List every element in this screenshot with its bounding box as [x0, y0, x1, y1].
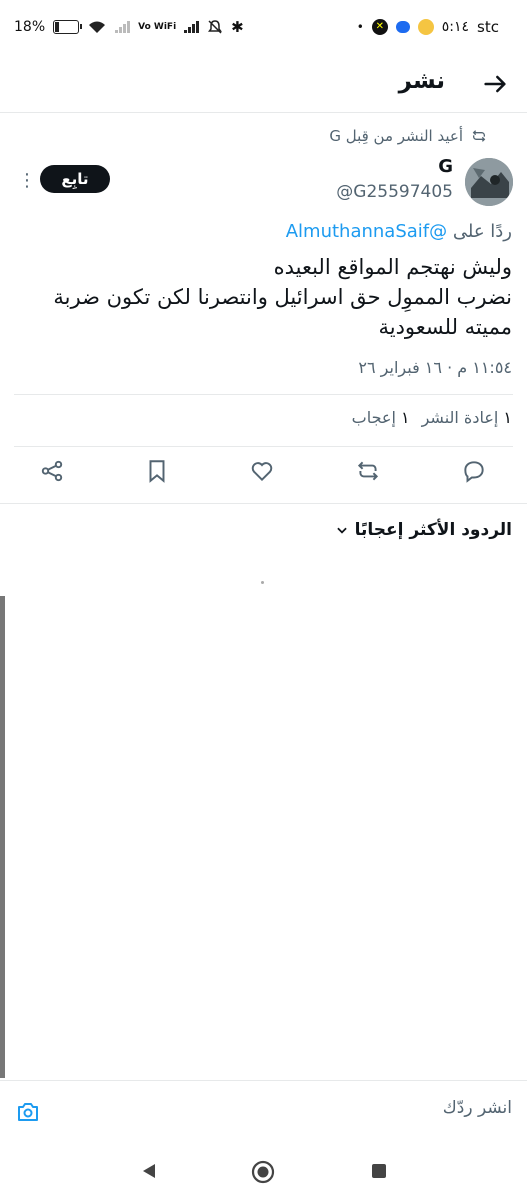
camera-icon[interactable]: [16, 1101, 40, 1123]
divider: [14, 446, 513, 447]
reply-composer: انشر ردّك: [0, 1080, 527, 1141]
divider: [0, 503, 527, 504]
author-name[interactable]: G: [438, 156, 453, 177]
repost-icon: [472, 130, 486, 142]
signal-weak-icon: [115, 21, 131, 33]
scrollbar[interactable]: [0, 596, 5, 1078]
battery-icon: [53, 20, 83, 34]
post-stats: ١ إعادة النشر ١ إعجاب: [352, 408, 512, 427]
loading-dot: [261, 581, 264, 584]
likes-label: إعجاب: [351, 408, 396, 427]
chevron-down-icon: [336, 527, 347, 534]
avatar-image: [465, 158, 513, 206]
battery-percent: 18%: [14, 19, 46, 35]
status-dot-icon: •: [356, 20, 364, 34]
reposts-stat[interactable]: ١ إعادة النشر: [422, 408, 512, 427]
post-actions: [0, 458, 527, 498]
reply-to-mention[interactable]: @AlmuthannaSaif: [286, 221, 447, 242]
status-bar: 18% Vo WiFi ✱ • ✕ ٥:١٤ stc: [0, 0, 527, 58]
likes-stat[interactable]: ١ إعجاب: [352, 408, 410, 427]
wifi-icon: [89, 21, 106, 33]
repost-notice-text: أعيد النشر من قِبل G: [329, 127, 463, 145]
post-timestamp[interactable]: ١١:٥٤ م · ١٦ فبراير ٢٦: [358, 358, 512, 377]
page-title: نشر: [398, 68, 445, 94]
messenger-icon: [395, 21, 410, 33]
system-nav-bar: [0, 1140, 527, 1200]
mute-bell-icon: [208, 20, 223, 34]
back-arrow-icon[interactable]: [481, 70, 509, 98]
reply-to-prefix: ردًا على: [452, 221, 512, 242]
share-icon[interactable]: [39, 458, 65, 484]
author-handle[interactable]: @G25597405: [336, 182, 453, 202]
repost-notice[interactable]: أعيد النشر من قِبل G: [329, 127, 487, 145]
status-left: 18% Vo WiFi ✱: [14, 18, 244, 36]
carrier: stc: [477, 18, 499, 36]
clock: ٥:١٤: [441, 19, 470, 35]
nav-recents-icon[interactable]: [370, 1162, 388, 1180]
replies-sort-dropdown[interactable]: الردود الأكثر إعجابًا: [335, 520, 512, 540]
bookmark-icon[interactable]: [144, 458, 170, 484]
reposts-label: إعادة النشر: [421, 408, 499, 427]
signal-icon: [184, 21, 200, 33]
reply-icon[interactable]: [461, 458, 487, 484]
likes-count: ١: [401, 408, 410, 427]
bluetooth-icon: ✱: [231, 18, 244, 36]
vowifi-label: Vo WiFi: [138, 21, 177, 32]
post-text-line: مميته للسعودية: [378, 315, 512, 339]
retweet-icon[interactable]: [355, 458, 381, 484]
post-text: وليش نهتجم المواقع البعيده نضرب المموِل …: [14, 252, 512, 342]
top-bar: نشر: [0, 58, 527, 113]
reposts-count: ١: [503, 408, 512, 427]
nav-back-icon[interactable]: [140, 1162, 158, 1180]
post-text-line: نضرب المموِل حق اسرائيل وانتصرنا لكن تكو…: [53, 285, 512, 309]
reply-input[interactable]: انشر ردّك: [443, 1098, 512, 1118]
reply-to-line: ردًا على @AlmuthannaSaif: [286, 221, 512, 242]
app-coin-icon: [417, 19, 434, 35]
follow-button[interactable]: تابِع: [40, 165, 110, 193]
nav-home-icon[interactable]: [251, 1160, 275, 1184]
post-text-line: وليش نهتجم المواقع البعيده: [273, 255, 512, 279]
more-options-icon[interactable]: ⋮: [18, 170, 36, 191]
status-right: • ✕ ٥:١٤ stc: [357, 18, 499, 36]
sort-label: الردود الأكثر إعجابًا: [354, 520, 512, 540]
avatar[interactable]: [465, 158, 513, 206]
x-app-icon: ✕: [371, 19, 388, 35]
divider: [14, 394, 513, 395]
like-icon[interactable]: [249, 458, 275, 484]
